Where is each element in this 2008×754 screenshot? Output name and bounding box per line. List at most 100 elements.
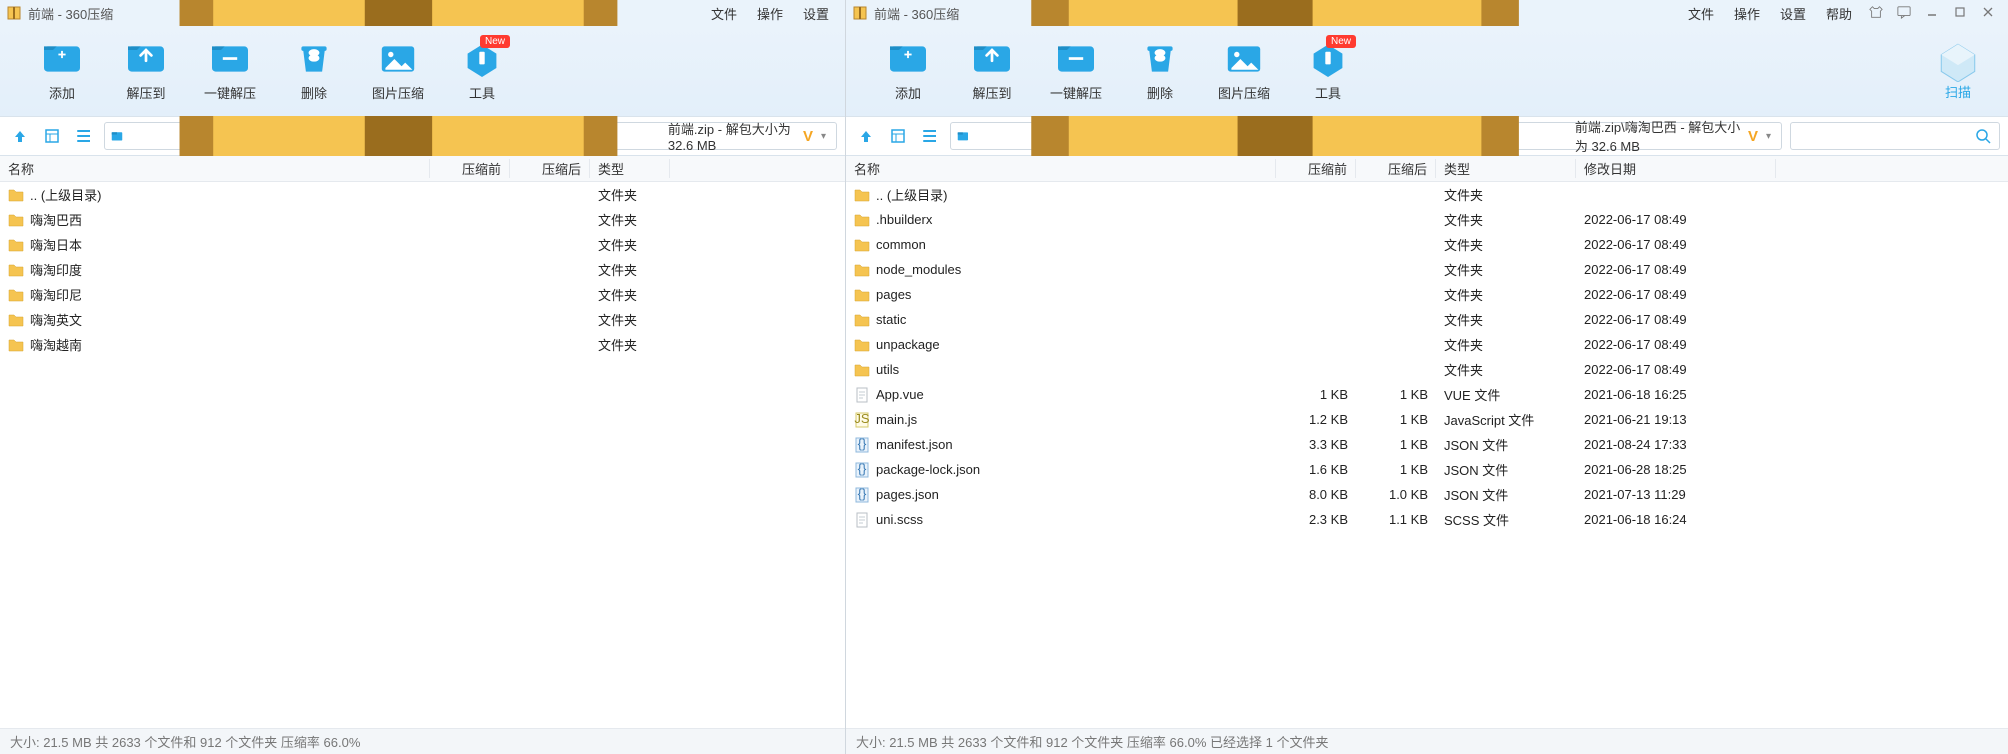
file-name: App.vue — [876, 387, 924, 402]
tools-button[interactable]: New工具 — [440, 41, 524, 102]
v-badge-icon: V — [799, 128, 817, 145]
file-row[interactable]: node_modules 文件夹2022-06-17 08:49 — [846, 257, 2008, 282]
file-row[interactable]: .. (上级目录) 文件夹 — [846, 182, 2008, 207]
file-name: 嗨淘英文 — [30, 310, 82, 329]
menu-action[interactable]: 操作 — [1734, 4, 1760, 23]
status-text: 大小: 21.5 MB 共 2633 个文件和 912 个文件夹 压缩率 66.… — [856, 732, 1328, 751]
menu-action[interactable]: 操作 — [757, 4, 783, 23]
minimize-button[interactable] — [1918, 6, 1946, 21]
file-name: node_modules — [876, 262, 961, 277]
up-button[interactable] — [8, 124, 32, 148]
delete-button[interactable]: 删除 — [1118, 41, 1202, 102]
add-button[interactable]: 添加 — [866, 41, 950, 102]
column-headers: 名称 压缩前 压缩后 类型 — [0, 156, 845, 182]
file-row[interactable]: static 文件夹2022-06-17 08:49 — [846, 307, 2008, 332]
file-row[interactable]: 嗨淘印度 文件夹 — [0, 257, 845, 282]
search-input[interactable] — [1790, 122, 2000, 150]
path-text: 前端.zip - 解包大小为 32.6 MB — [668, 119, 799, 153]
toolbar: 添加 解压到 一键解压 删除 图片压缩 New工具 — [0, 26, 845, 116]
window-title: 前端 - 360压缩 — [874, 4, 959, 23]
image-compress-button[interactable]: 图片压缩 — [1202, 41, 1286, 102]
file-row[interactable]: 嗨淘印尼 文件夹 — [0, 282, 845, 307]
column-headers: 名称 压缩前 压缩后 类型修改日期 — [846, 156, 2008, 182]
menu-file[interactable]: 文件 — [1688, 4, 1714, 23]
file-row[interactable]: unpackage 文件夹2022-06-17 08:49 — [846, 332, 2008, 357]
file-row[interactable]: {}package-lock.json 1.6 KB 1 KB JSON 文件2… — [846, 457, 2008, 482]
col-modified[interactable]: 修改日期 — [1576, 159, 1776, 178]
path-input[interactable]: 前端.zip\嗨淘巴西 - 解包大小为 32.6 MB V ▾ — [950, 122, 1782, 150]
col-name[interactable]: 名称 — [0, 159, 430, 178]
new-badge: New — [480, 35, 510, 48]
col-after[interactable]: 压缩后 — [1356, 159, 1436, 178]
close-button[interactable] — [1974, 6, 2002, 21]
menu-file[interactable]: 文件 — [711, 4, 737, 23]
file-list[interactable]: .. (上级目录) 文件夹.hbuilderx 文件夹2022-06-17 08… — [846, 182, 2008, 728]
col-type[interactable]: 类型 — [1436, 159, 1576, 178]
file-name: main.js — [876, 412, 917, 427]
file-row[interactable]: {}manifest.json 3.3 KB 1 KB JSON 文件2021-… — [846, 432, 2008, 457]
delete-button[interactable]: 删除 — [272, 41, 356, 102]
left-pane: 前端 - 360压缩 文件 操作 设置 添加 解压到 一键解压 删除 图片压缩 … — [0, 0, 846, 754]
menu-settings[interactable]: 设置 — [1780, 4, 1806, 23]
file-name: .hbuilderx — [876, 212, 932, 227]
status-text: 大小: 21.5 MB 共 2633 个文件和 912 个文件夹 压缩率 66.… — [10, 732, 360, 751]
file-row[interactable]: App.vue 1 KB 1 KB VUE 文件2021-06-18 16:25 — [846, 382, 2008, 407]
image-compress-button[interactable]: 图片压缩 — [356, 41, 440, 102]
file-name: 嗨淘越南 — [30, 335, 82, 354]
up-button[interactable] — [854, 124, 878, 148]
add-button[interactable]: 添加 — [20, 41, 104, 102]
v-badge-icon: V — [1744, 128, 1762, 145]
svg-text:{}: {} — [858, 437, 867, 451]
window-title: 前端 - 360压缩 — [28, 4, 113, 23]
view-detail-button[interactable] — [886, 124, 910, 148]
menu-help[interactable]: 帮助 — [1826, 4, 1852, 23]
file-row[interactable]: common 文件夹2022-06-17 08:49 — [846, 232, 2008, 257]
skin-icon[interactable] — [1862, 5, 1890, 22]
svg-text:JS: JS — [854, 412, 870, 426]
file-row[interactable]: utils 文件夹2022-06-17 08:49 — [846, 357, 2008, 382]
file-name: 嗨淘印尼 — [30, 285, 82, 304]
right-pane: 前端 - 360压缩 文件 操作 设置 帮助 添加 解压到 一键解压 删除 图片压… — [846, 0, 2008, 754]
menu-settings[interactable]: 设置 — [803, 4, 829, 23]
tools-button[interactable]: New工具 — [1286, 41, 1370, 102]
col-after[interactable]: 压缩后 — [510, 159, 590, 178]
file-name: 嗨淘巴西 — [30, 210, 82, 229]
one-click-extract-button[interactable]: 一键解压 — [188, 41, 272, 102]
file-row[interactable]: {}pages.json 8.0 KB 1.0 KB JSON 文件2021-0… — [846, 482, 2008, 507]
extract-to-button[interactable]: 解压到 — [104, 41, 188, 102]
file-row[interactable]: 嗨淘巴西 文件夹 — [0, 207, 845, 232]
chevron-down-icon[interactable]: ▾ — [817, 131, 830, 142]
file-name: pages — [876, 287, 911, 302]
feedback-icon[interactable] — [1890, 5, 1918, 22]
file-name: static — [876, 312, 906, 327]
extract-to-button[interactable]: 解压到 — [950, 41, 1034, 102]
file-row[interactable]: 嗨淘越南 文件夹 — [0, 332, 845, 357]
col-before[interactable]: 压缩前 — [1276, 159, 1356, 178]
file-list[interactable]: .. (上级目录) 文件夹嗨淘巴西 文件夹嗨淘日本 文件夹嗨淘印度 文件夹嗨淘印… — [0, 182, 845, 728]
file-name: unpackage — [876, 337, 940, 352]
col-type[interactable]: 类型 — [590, 159, 670, 178]
file-row[interactable]: 嗨淘英文 文件夹 — [0, 307, 845, 332]
chevron-down-icon[interactable]: ▾ — [1762, 131, 1775, 142]
file-name: 嗨淘日本 — [30, 235, 82, 254]
col-name[interactable]: 名称 — [846, 159, 1276, 178]
file-row[interactable]: .hbuilderx 文件夹2022-06-17 08:49 — [846, 207, 2008, 232]
file-name: pages.json — [876, 487, 939, 502]
view-list-button[interactable] — [72, 124, 96, 148]
view-detail-button[interactable] — [40, 124, 64, 148]
file-row[interactable]: 嗨淘日本 文件夹 — [0, 232, 845, 257]
file-row[interactable]: .. (上级目录) 文件夹 — [0, 182, 845, 207]
file-name: .. (上级目录) — [876, 185, 948, 204]
col-before[interactable]: 压缩前 — [430, 159, 510, 178]
one-click-extract-button[interactable]: 一键解压 — [1034, 41, 1118, 102]
scan-button[interactable]: 扫描 — [1922, 34, 1994, 106]
view-list-button[interactable] — [918, 124, 942, 148]
file-name: package-lock.json — [876, 462, 980, 477]
file-row[interactable]: JSmain.js 1.2 KB 1 KB JavaScript 文件2021-… — [846, 407, 2008, 432]
file-row[interactable]: uni.scss 2.3 KB 1.1 KB SCSS 文件2021-06-18… — [846, 507, 2008, 532]
toolbar: 添加 解压到 一键解压 删除 图片压缩 New工具 扫描 — [846, 26, 2008, 116]
maximize-button[interactable] — [1946, 6, 1974, 21]
file-name: utils — [876, 362, 899, 377]
file-row[interactable]: pages 文件夹2022-06-17 08:49 — [846, 282, 2008, 307]
path-input[interactable]: 前端.zip - 解包大小为 32.6 MB V ▾ — [104, 122, 837, 150]
